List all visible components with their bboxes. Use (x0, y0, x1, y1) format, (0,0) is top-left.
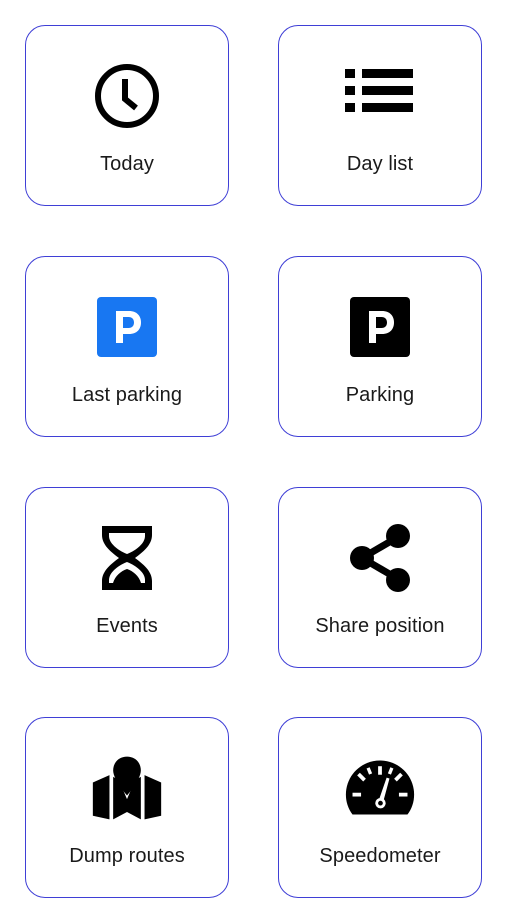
list-icon (344, 60, 416, 132)
parking-label: Parking (345, 384, 415, 406)
last-parking-label: Last parking (71, 384, 183, 406)
share-position-label: Share position (315, 615, 445, 637)
today-button[interactable]: Today (25, 25, 229, 206)
hourglass-icon (91, 522, 163, 594)
speedometer-icon (344, 752, 416, 824)
parking-button[interactable]: Parking (278, 256, 482, 437)
day-list-button[interactable]: Day list (278, 25, 482, 206)
dump-routes-button[interactable]: Dump routes (25, 717, 229, 898)
share-icon (344, 522, 416, 594)
map-pin-icon (91, 752, 163, 824)
events-button[interactable]: Events (25, 487, 229, 668)
parking-icon (344, 291, 416, 363)
clock-icon (91, 60, 163, 132)
events-label: Events (96, 615, 158, 637)
menu-grid: Today Day list Last parking Parking Even… (0, 0, 506, 900)
day-list-label: Day list (346, 153, 414, 175)
speedometer-button[interactable]: Speedometer (278, 717, 482, 898)
speedometer-label: Speedometer (319, 845, 441, 867)
last-parking-button[interactable]: Last parking (25, 256, 229, 437)
parking-blue-icon (91, 291, 163, 363)
dump-routes-label: Dump routes (69, 845, 185, 867)
share-position-button[interactable]: Share position (278, 487, 482, 668)
today-label: Today (100, 153, 154, 175)
